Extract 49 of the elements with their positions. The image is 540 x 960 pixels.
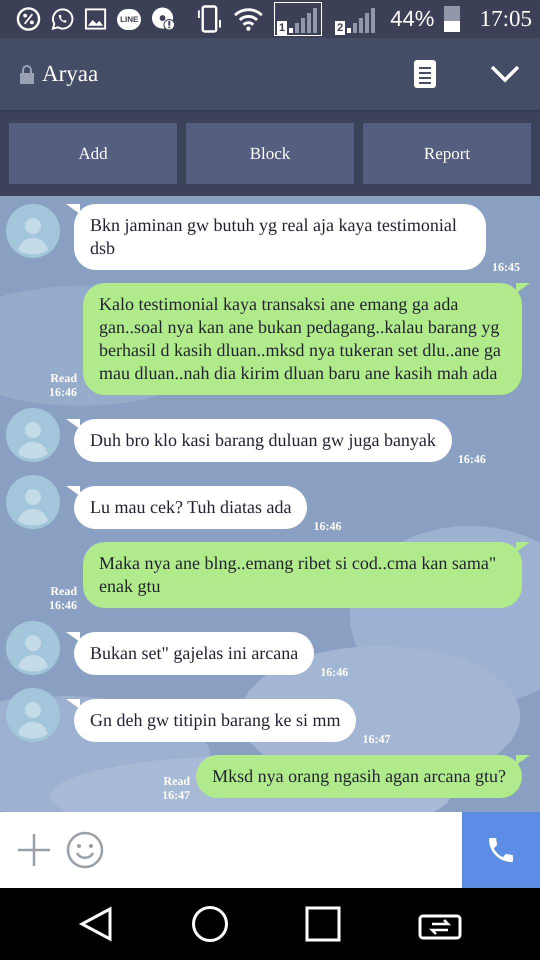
clock: 17:05 [480, 6, 532, 32]
sim-icon: 1 [276, 21, 288, 35]
read-receipt: Read [50, 371, 77, 385]
bubble-tail [516, 542, 530, 552]
avatar-icon [6, 204, 60, 258]
bubble-tail [66, 632, 80, 642]
smiley-icon[interactable] [66, 831, 104, 869]
alert-icon [151, 6, 176, 32]
message-time: 16:45 [492, 260, 520, 274]
message-time: 16:46 [320, 665, 348, 679]
recents-button[interactable] [305, 906, 342, 942]
action-button[interactable]: Report [363, 123, 531, 184]
message-time: 16:47 [362, 732, 390, 746]
bubble-tail [516, 283, 530, 293]
vibrate-icon [196, 4, 224, 34]
message-time: 16:46 [49, 598, 77, 612]
battery-percent: 44% [390, 6, 434, 32]
bubble-tail [516, 755, 530, 765]
read-receipt: Read [50, 584, 77, 598]
read-receipt: Read [163, 774, 190, 788]
wifi-icon [233, 6, 264, 32]
signal-icon [289, 7, 320, 35]
call-button[interactable] [462, 812, 540, 888]
home-button[interactable] [190, 905, 229, 943]
bubble-tail [66, 699, 80, 709]
message-time: 16:47 [162, 788, 190, 802]
percent-icon [16, 6, 41, 32]
plus-icon[interactable] [16, 832, 52, 868]
bubble-tail [66, 204, 80, 214]
line-icon: LINE [117, 8, 142, 30]
chat-title: Aryaa [42, 61, 100, 87]
back-button[interactable] [78, 906, 114, 942]
action-button[interactable]: Block [186, 123, 354, 184]
chevron-down-icon[interactable] [490, 65, 520, 83]
bubble-tail [66, 419, 80, 429]
avatar-icon [6, 475, 60, 529]
signal-icon [347, 7, 378, 35]
avatar-icon [6, 688, 60, 742]
bubble-tail [66, 486, 80, 496]
phone-bubble-icon [50, 7, 74, 31]
message-time: 16:46 [49, 385, 77, 399]
avatar-icon [6, 621, 60, 675]
action-button[interactable]: Add [9, 123, 177, 184]
avatar-icon [6, 408, 60, 462]
message-time: 16:46 [458, 452, 486, 466]
sim-icon: 2 [335, 21, 346, 35]
message-time: 16:46 [313, 519, 342, 533]
image-icon [84, 7, 108, 31]
notes-icon[interactable] [414, 60, 436, 88]
